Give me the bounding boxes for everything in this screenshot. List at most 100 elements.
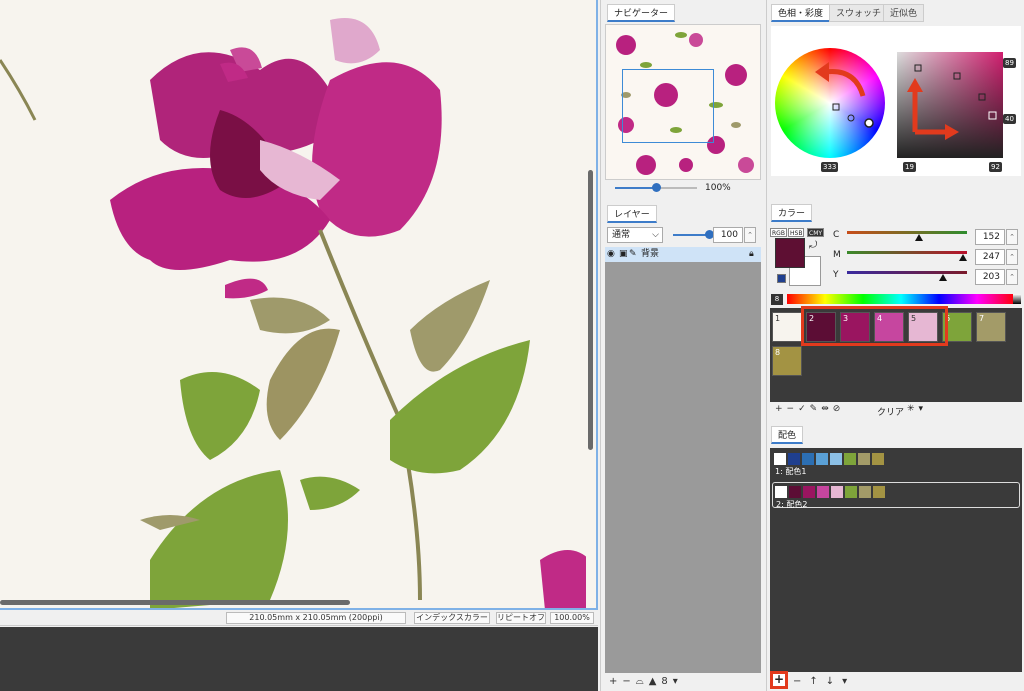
channel-spinner-c[interactable]: ⌃	[1006, 229, 1018, 245]
square-mid-badge: 40	[1003, 114, 1016, 124]
swatch-highlight-box	[801, 306, 948, 346]
vertical-scrollbar[interactable]	[586, 0, 596, 608]
layer-opacity-input[interactable]: 100	[713, 227, 743, 243]
tab-hue-saturation[interactable]: 色相・彩度	[771, 4, 831, 22]
palette-chip	[802, 453, 814, 465]
check-icon[interactable]: ✓	[798, 404, 810, 414]
tab-navigator[interactable]: ナビゲーター	[607, 4, 676, 22]
swap-icon[interactable]: ⇹	[821, 404, 833, 414]
palette-chip	[817, 486, 829, 498]
tab-swatch[interactable]: スウォッチ	[829, 4, 889, 22]
navigator-view-frame[interactable]	[622, 69, 714, 143]
channel-slider-y[interactable]	[847, 271, 967, 274]
palette-row-2[interactable]: 2: 配色2	[772, 482, 1020, 509]
opacity-spinner[interactable]: ⌃	[744, 227, 756, 243]
swatch-8[interactable]: 8	[772, 346, 802, 376]
status-bar: 210.05mm x 210.05mm (200ppi) インデックスカラー リ…	[0, 610, 598, 626]
palette-chip	[774, 453, 786, 465]
spectrum-bar[interactable]	[787, 294, 1015, 304]
zoom-status[interactable]: 100.00%	[550, 612, 594, 624]
move-up-icon[interactable]: ↑	[809, 676, 825, 687]
index-number-badge: 8	[771, 294, 783, 305]
eye-icon[interactable]: ◉	[607, 247, 615, 262]
blend-mode-select[interactable]: 通常 ⌵	[607, 227, 663, 243]
square-bottom-right-badge: 92	[989, 162, 1002, 172]
saturation-value-square[interactable]	[897, 52, 1003, 158]
index-color-button[interactable]: インデックスカラー	[414, 612, 490, 624]
channel-handle-c[interactable]	[915, 234, 923, 241]
swatch-area: 12345678	[770, 306, 1022, 402]
navigator-zoom-label: 100%	[705, 183, 731, 193]
channel-slider-c[interactable]	[847, 231, 967, 234]
tab-layers[interactable]: レイヤー	[607, 205, 657, 223]
remove-layer-icon[interactable]: −	[622, 676, 635, 687]
dropdown-icon[interactable]: ▾	[919, 404, 928, 414]
channel-handle-y[interactable]	[939, 274, 947, 281]
channel-value-y[interactable]: 203	[975, 269, 1005, 285]
swatch-1[interactable]: 1	[772, 312, 802, 342]
foreground-color-swatch[interactable]	[775, 238, 805, 268]
navigator-zoom-knob[interactable]	[652, 183, 661, 192]
channel-spinner-y[interactable]: ⌃	[1006, 269, 1018, 285]
swap-colors-icon[interactable]: ⤾	[809, 240, 817, 251]
palette-chip	[844, 453, 856, 465]
layer-row[interactable]: ◉ ▣ ✎ 背景 🔒︎	[605, 247, 761, 262]
palette-chip	[831, 486, 843, 498]
palette-toolbar: −↑↓▾	[793, 676, 855, 687]
palette-chip	[775, 486, 787, 498]
layer-list[interactable]: ◉ ▣ ✎ 背景 🔒︎	[605, 247, 761, 673]
swatch-toolbar: +−✓✎⇹⊘	[775, 404, 844, 414]
palette-menu-icon[interactable]: ▾	[842, 676, 855, 687]
link-icon[interactable]: 8	[661, 676, 672, 687]
add-swatch-icon[interactable]: +	[775, 404, 787, 414]
mode-rgb[interactable]: RGB	[770, 228, 787, 237]
swatch-7[interactable]: 7	[976, 312, 1006, 342]
square-bottom-left-badge: 19	[903, 162, 916, 172]
palette-label: 1: 配色1	[775, 467, 807, 476]
wheel-rotate-arrow-icon	[815, 62, 874, 128]
palette-chip	[789, 486, 801, 498]
reset-colors-icon[interactable]	[777, 274, 786, 283]
no-icon[interactable]: ⊘	[833, 404, 845, 414]
channel-label-y: Y	[833, 270, 839, 280]
channel-label-m: M	[833, 250, 841, 260]
palette-chip	[873, 486, 885, 498]
add-palette-button[interactable]: +	[770, 671, 788, 689]
move-down-icon[interactable]: ↓	[826, 676, 842, 687]
add-layer-icon[interactable]: +	[609, 676, 622, 687]
mode-hsb[interactable]: HSB	[788, 228, 805, 237]
navigator-thumbnail[interactable]	[605, 24, 761, 180]
channel-slider-m[interactable]	[847, 251, 967, 254]
tab-color[interactable]: カラー	[771, 204, 813, 222]
channel-spinner-m[interactable]: ⌃	[1006, 249, 1018, 265]
pencil-icon[interactable]: ✎	[629, 247, 637, 262]
remove-palette-icon[interactable]: −	[793, 676, 809, 687]
remove-swatch-icon[interactable]: −	[787, 404, 799, 414]
merge-layer-icon[interactable]: ⌓	[636, 676, 649, 687]
canvas-area[interactable]	[0, 0, 598, 610]
menu-icon[interactable]: ▾	[673, 676, 683, 687]
palette-chip	[830, 453, 842, 465]
mode-cmy[interactable]: CMY	[807, 228, 825, 237]
chevron-down-icon: ⌵	[652, 230, 659, 240]
channel-value-c[interactable]: 152	[975, 229, 1005, 245]
palette-row-1[interactable]: 1: 配色1	[772, 450, 1020, 476]
channel-value-m[interactable]: 247	[975, 249, 1005, 265]
artwork-illustration	[0, 18, 590, 608]
gray-bar[interactable]	[1013, 294, 1021, 304]
tab-palette[interactable]: 配色	[771, 426, 804, 444]
clear-button[interactable]: クリア	[877, 405, 904, 418]
eyedropper-icon[interactable]: ✎	[810, 404, 822, 414]
layer-mode-icon[interactable]: ▣	[619, 247, 628, 262]
palette-chip	[816, 453, 828, 465]
lock-layer-icon[interactable]: ▲	[649, 676, 662, 687]
repeat-off-button[interactable]: リピートオフ	[496, 612, 546, 624]
swatch-number: 8	[775, 348, 781, 357]
color-picker-box: 333 89 40 19 92	[771, 26, 1021, 176]
palette-chip	[845, 486, 857, 498]
sun-icon[interactable]: ✳	[907, 404, 919, 414]
tab-similar-color[interactable]: 近似色	[883, 4, 925, 22]
channel-handle-m[interactable]	[959, 254, 968, 261]
bottom-panel	[0, 627, 598, 691]
lock-icon[interactable]: 🔒︎	[749, 247, 754, 262]
